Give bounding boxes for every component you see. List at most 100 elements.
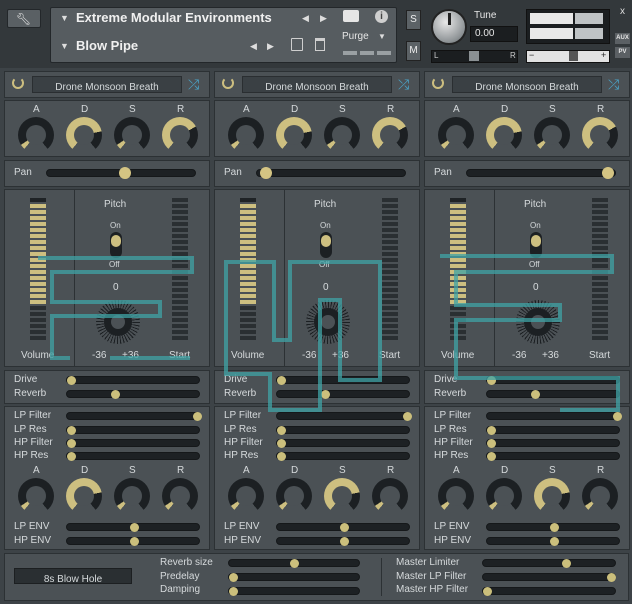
channel-3-pitch-toggle[interactable] bbox=[530, 232, 542, 258]
tune-knob[interactable] bbox=[431, 9, 467, 45]
channel-3-adsr-knob-0[interactable] bbox=[438, 117, 474, 153]
reverb-size-slider[interactable] bbox=[228, 559, 360, 568]
channel-2-lp-env-slider[interactable] bbox=[276, 523, 410, 532]
wrench-button[interactable]: 🔧︎ bbox=[7, 9, 41, 28]
channel-2-hp-filter-thumb[interactable] bbox=[277, 439, 286, 448]
channel-1-env-knob-0[interactable] bbox=[18, 478, 54, 514]
channel-3-lp-env-slider[interactable] bbox=[486, 523, 620, 532]
channel-3-hp-res-thumb[interactable] bbox=[487, 452, 496, 461]
channel-2-hp-env-slider[interactable] bbox=[276, 537, 410, 546]
channel-2-env-knob-0[interactable] bbox=[228, 478, 264, 514]
channel-2-env-knob-3[interactable] bbox=[372, 478, 408, 514]
channel-2-adsr-knob-1[interactable] bbox=[276, 117, 312, 153]
channel-1-reverb-slider[interactable] bbox=[66, 390, 200, 399]
preset-dropdown-icon[interactable]: ▼ bbox=[60, 41, 69, 51]
channel-1-lp-env-thumb[interactable] bbox=[130, 523, 139, 532]
channel-1-env-knob-3[interactable] bbox=[162, 478, 198, 514]
channel-2-drive-thumb[interactable] bbox=[277, 376, 286, 385]
channel-3-pitch-knob[interactable] bbox=[516, 300, 560, 344]
channel-1-sample-selector[interactable]: Drone Monsoon Breath bbox=[32, 76, 182, 93]
master-hp-filter-thumb[interactable] bbox=[483, 587, 492, 596]
channel-1-env-knob-2[interactable] bbox=[114, 478, 150, 514]
mute-button[interactable]: M bbox=[406, 41, 421, 61]
channel-2-lp-filter-slider[interactable] bbox=[276, 412, 412, 421]
volume-plus[interactable]: + bbox=[601, 50, 606, 60]
master-hp-filter-slider[interactable] bbox=[482, 587, 616, 596]
channel-2-pan-slider[interactable] bbox=[256, 167, 406, 179]
channel-1-env-knob-1[interactable] bbox=[66, 478, 102, 514]
channel-1-adsr-knob-3[interactable] bbox=[162, 117, 198, 153]
channel-1-shuffle-icon[interactable]: ⤮ bbox=[188, 76, 199, 93]
channel-2-env-knob-2[interactable] bbox=[324, 478, 360, 514]
channel-3-env-knob-1[interactable] bbox=[486, 478, 522, 514]
channel-2-start-meter[interactable] bbox=[382, 198, 398, 342]
channel-1-hp-env-thumb[interactable] bbox=[130, 537, 139, 546]
predelay-thumb[interactable] bbox=[229, 573, 238, 582]
channel-3-drive-thumb[interactable] bbox=[487, 376, 496, 385]
aux-button[interactable]: AUX bbox=[615, 33, 630, 44]
channel-1-hp-filter-slider[interactable] bbox=[66, 439, 200, 448]
channel-1-pan-thumb[interactable] bbox=[119, 167, 131, 179]
master-lp-filter-slider[interactable] bbox=[482, 573, 616, 582]
instrument-next-icon[interactable]: ▶ bbox=[320, 13, 327, 24]
snapshot-camera-icon[interactable] bbox=[343, 10, 359, 22]
channel-3-adsr-knob-3[interactable] bbox=[582, 117, 618, 153]
master-lp-filter-thumb[interactable] bbox=[607, 573, 616, 582]
channel-1-hp-filter-thumb[interactable] bbox=[67, 439, 76, 448]
channel-2-drive-slider[interactable] bbox=[276, 376, 410, 385]
channel-1-drive-thumb[interactable] bbox=[67, 376, 76, 385]
channel-2-adsr-knob-0[interactable] bbox=[228, 117, 264, 153]
predelay-slider[interactable] bbox=[228, 573, 360, 582]
save-icon[interactable] bbox=[291, 38, 303, 51]
global-preset-button[interactable]: 8s Blow Hole bbox=[14, 568, 132, 585]
master-limiter-slider[interactable] bbox=[482, 559, 616, 568]
channel-2-hp-env-thumb[interactable] bbox=[340, 537, 349, 546]
channel-3-lp-res-thumb[interactable] bbox=[487, 426, 496, 435]
channel-3-lp-env-thumb[interactable] bbox=[550, 523, 559, 532]
channel-2-pan-thumb[interactable] bbox=[260, 167, 272, 179]
channel-3-drive-slider[interactable] bbox=[486, 376, 620, 385]
channel-3-reverb-slider[interactable] bbox=[486, 390, 620, 399]
channel-2-hp-filter-slider[interactable] bbox=[276, 439, 410, 448]
channel-3-env-knob-0[interactable] bbox=[438, 478, 474, 514]
channel-3-shuffle-icon[interactable]: ⤮ bbox=[608, 76, 619, 93]
volume-minus[interactable]: − bbox=[529, 50, 534, 60]
damping-slider[interactable] bbox=[228, 587, 360, 596]
channel-3-env-knob-3[interactable] bbox=[582, 478, 618, 514]
channel-2-lp-res-slider[interactable] bbox=[276, 426, 410, 435]
channel-2-reverb-thumb[interactable] bbox=[321, 390, 330, 399]
channel-1-drive-slider[interactable] bbox=[66, 376, 200, 385]
purge-dropdown-icon[interactable]: ▼ bbox=[378, 32, 386, 41]
purge-button[interactable]: Purge bbox=[342, 31, 369, 42]
channel-1-adsr-knob-2[interactable] bbox=[114, 117, 150, 153]
channel-2-hp-res-slider[interactable] bbox=[276, 452, 410, 461]
channel-3-lp-filter-slider[interactable] bbox=[486, 412, 622, 421]
channel-2-shuffle-icon[interactable]: ⤮ bbox=[398, 76, 409, 93]
channel-3-sample-selector[interactable]: Drone Monsoon Breath bbox=[452, 76, 602, 93]
preset-prev-icon[interactable]: ◀ bbox=[250, 41, 257, 52]
channel-3-hp-res-slider[interactable] bbox=[486, 452, 620, 461]
channel-3-lp-res-slider[interactable] bbox=[486, 426, 620, 435]
channel-2-hp-res-thumb[interactable] bbox=[277, 452, 286, 461]
channel-1-pan-slider[interactable] bbox=[46, 167, 196, 179]
channel-3-pan-slider[interactable] bbox=[466, 167, 616, 179]
pv-button[interactable]: PV bbox=[615, 47, 630, 58]
channel-1-adsr-knob-0[interactable] bbox=[18, 117, 54, 153]
volume-slider[interactable] bbox=[526, 50, 610, 63]
channel-3-power-icon[interactable] bbox=[432, 77, 444, 89]
channel-1-start-meter[interactable] bbox=[172, 198, 188, 342]
channel-3-hp-env-thumb[interactable] bbox=[550, 537, 559, 546]
channel-3-adsr-knob-2[interactable] bbox=[534, 117, 570, 153]
solo-button[interactable]: S bbox=[406, 10, 421, 30]
channel-2-volume-meter[interactable] bbox=[240, 198, 256, 342]
channel-3-lp-filter-thumb[interactable] bbox=[613, 412, 622, 421]
channel-2-sample-selector[interactable]: Drone Monsoon Breath bbox=[242, 76, 392, 93]
instrument-dropdown-icon[interactable]: ▼ bbox=[60, 13, 69, 23]
channel-1-lp-res-thumb[interactable] bbox=[67, 426, 76, 435]
channel-1-hp-res-thumb[interactable] bbox=[67, 452, 76, 461]
channel-1-lp-filter-slider[interactable] bbox=[66, 412, 202, 421]
channel-2-pitch-toggle[interactable] bbox=[320, 232, 332, 258]
channel-2-adsr-knob-2[interactable] bbox=[324, 117, 360, 153]
channel-3-env-knob-2[interactable] bbox=[534, 478, 570, 514]
channel-2-lp-env-thumb[interactable] bbox=[340, 523, 349, 532]
